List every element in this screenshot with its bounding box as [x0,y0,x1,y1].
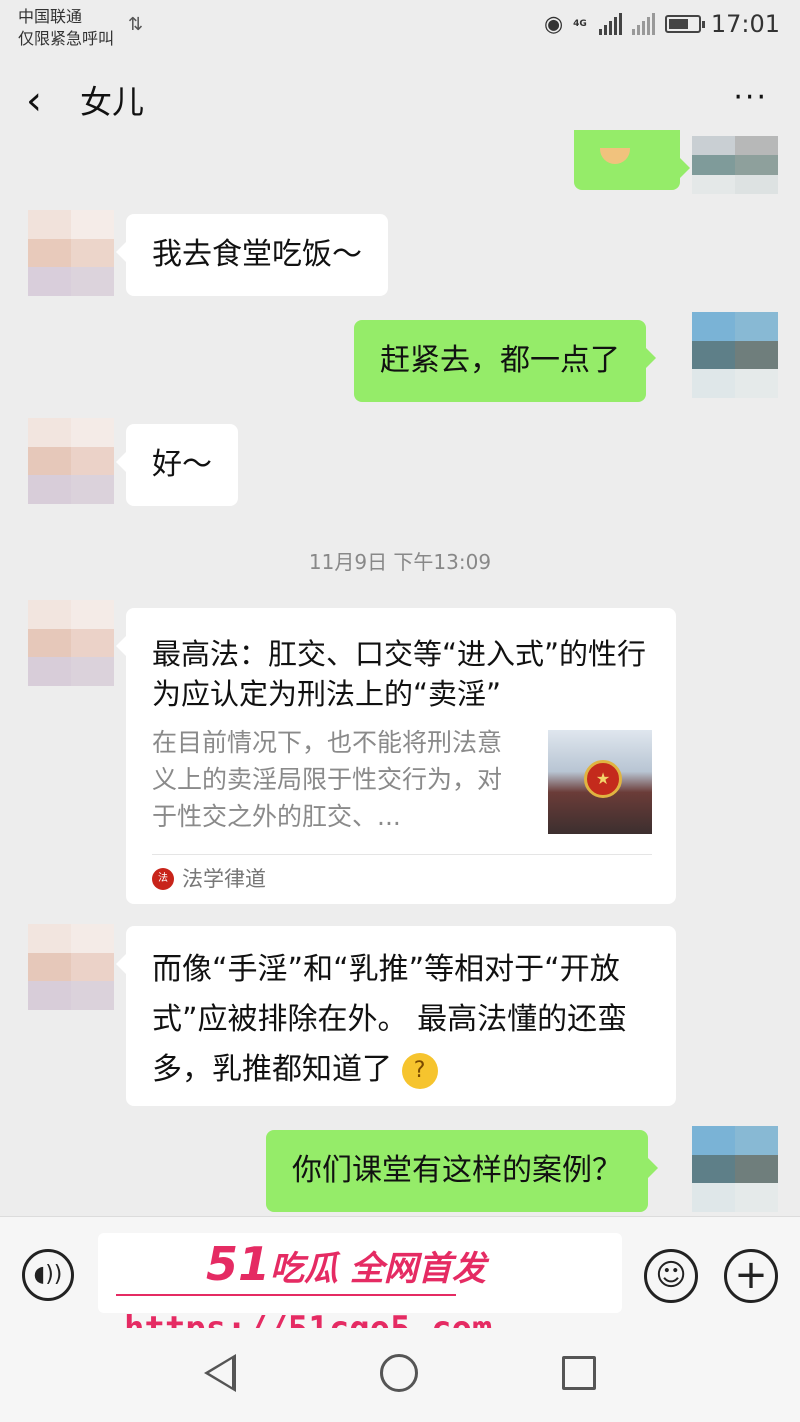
sent-message[interactable]: 赶紧去，都一点了 [354,320,656,402]
card-divider [152,854,652,855]
nav-recent-apps-icon[interactable] [562,1356,596,1390]
received-message[interactable]: 好～ [116,424,238,506]
back-arrow-icon[interactable]: ‹ [26,78,42,124]
shared-article-card[interactable]: 最高法：肛交、口交等“进入式”的性行为应认定为刑法上的“卖淫” 在目前情况下，也… [116,608,676,904]
message-text: 而像“手淫”和“乳推”等相对于“开放式”应被排除在外。 最高法懂的还蛮多，乳推都… [152,952,628,1087]
signal-2-icon [631,13,655,35]
carrier-name: 中国联通 [18,7,83,26]
battery-icon [664,15,705,33]
voice-icon[interactable]: ◖)) [22,1249,74,1301]
my-avatar[interactable] [692,1126,778,1212]
chat-title: 女儿 [80,83,145,121]
watermark-divider [116,1294,456,1296]
status-time: 17:01 [710,10,780,38]
chat-header: ‹ 女儿 ··· [0,56,800,146]
more-icon[interactable]: ··· [733,76,768,120]
daughter-avatar[interactable] [28,210,114,296]
watermark-text: 吃瓜 全网首发 [270,1249,486,1289]
status-icons: ◉ 4G 17:01 [544,10,780,38]
carrier-status: 仅限紧急呼叫 [18,29,115,48]
my-avatar[interactable] [692,312,778,398]
signal-icon [598,13,622,35]
article-description: 在目前情况下，也不能将刑法意义上的卖淫局限于性交行为，对于性交之外的肛交、... [152,728,503,831]
received-message[interactable]: 我去食堂吃饭～ [116,214,388,296]
article-title: 最高法：肛交、口交等“进入式”的性行为应认定为刑法上的“卖淫” [152,637,647,711]
received-message[interactable]: 而像“手淫”和“乳推”等相对于“开放式”应被排除在外。 最高法懂的还蛮多，乳推都… [116,926,676,1106]
watermark-title: 51吃瓜 全网首发 [206,1240,486,1293]
message-text: 好～ [152,447,212,482]
data-transfer-icon: ⇅ [128,14,144,35]
carrier-info: 中国联通 仅限紧急呼叫 [18,6,114,50]
status-bar: 中国联通 仅限紧急呼叫 ⇅ ◉ 4G 17:01 [0,0,800,56]
message-text: 赶紧去，都一点了 [380,343,620,378]
message-text: 我去食堂吃饭～ [152,237,362,272]
thinking-emoji-icon: ? [401,1052,438,1089]
national-emblem-icon: ★ [584,760,622,798]
article-thumbnail: ★ [548,730,652,834]
watermark-number: 51 [206,1237,271,1291]
daughter-avatar[interactable] [28,600,114,686]
emoji-icon[interactable]: ☺ [644,1249,698,1303]
message-timestamp: 11月9日 下午13:09 [308,550,492,574]
sent-message[interactable]: 你们课堂有这样的案例？ [266,1130,658,1212]
plus-icon[interactable]: + [724,1249,778,1303]
sent-bubble-partial[interactable] [574,130,690,190]
daughter-avatar[interactable] [28,418,114,504]
my-avatar[interactable] [692,136,778,194]
eye-comfort-icon: ◉ [543,11,564,37]
nav-home-icon[interactable] [380,1354,418,1392]
system-navigation-bar [0,1328,800,1422]
sticker-emoji-icon [600,148,630,164]
daughter-avatar[interactable] [28,924,114,1010]
article-source: 法学律道 [182,867,266,891]
nav-back-icon[interactable] [204,1354,236,1392]
source-logo-icon: 法 [152,868,174,890]
network-type-label: 4G [573,18,587,29]
message-text: 你们课堂有这样的案例？ [292,1153,622,1188]
